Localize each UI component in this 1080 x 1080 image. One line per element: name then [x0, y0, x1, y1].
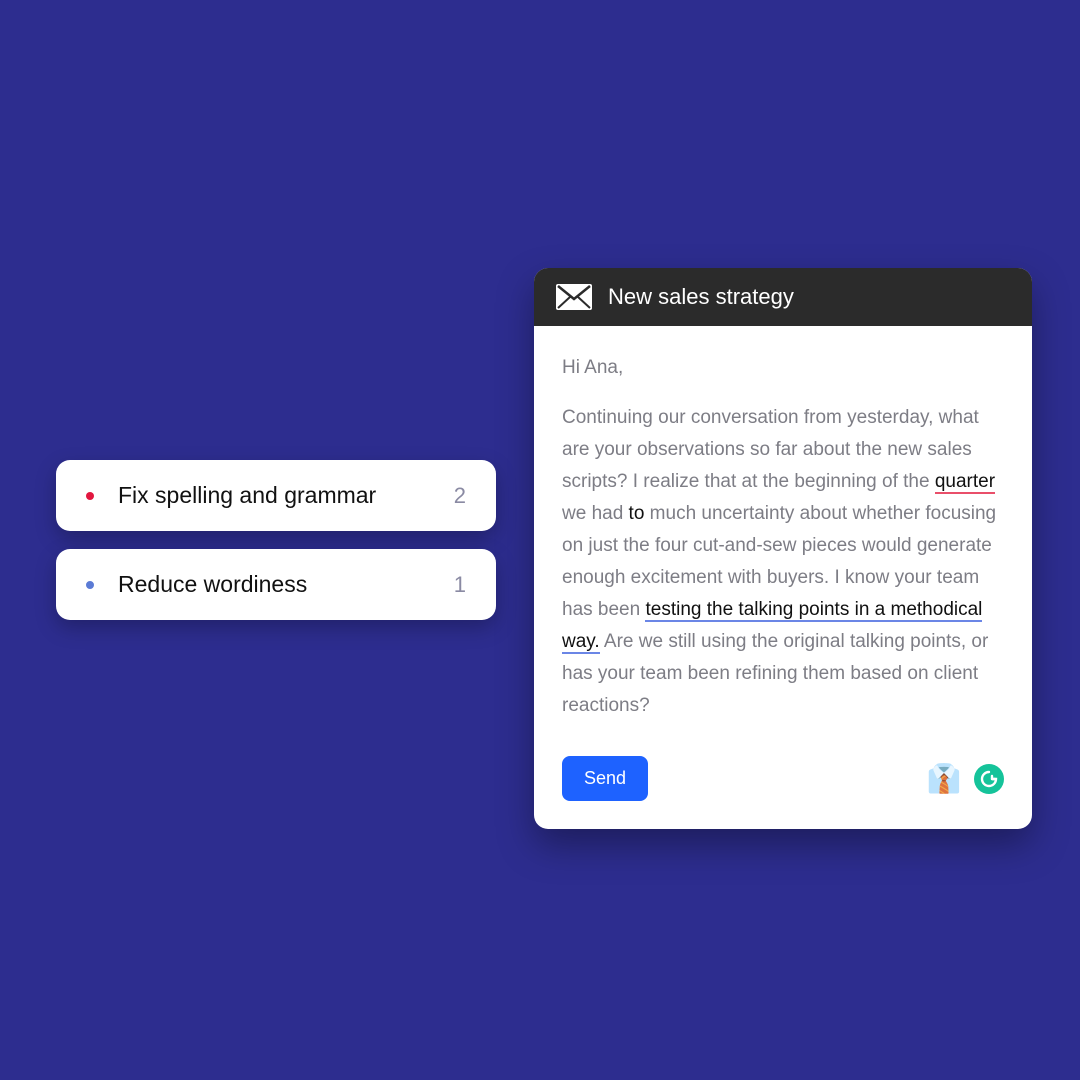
suggestion-card-wordiness[interactable]: Reduce wordiness 1: [56, 549, 496, 620]
email-body[interactable]: Hi Ana, Continuing our conversation from…: [534, 326, 1032, 748]
suggestion-count: 2: [454, 483, 466, 509]
suggestion-count: 1: [454, 572, 466, 598]
flagged-word-quarter[interactable]: quarter: [935, 471, 995, 494]
body-text: we had: [562, 503, 629, 524]
suggestion-label: Fix spelling and grammar: [118, 482, 454, 509]
suggestion-card-grammar[interactable]: Fix spelling and grammar 2: [56, 460, 496, 531]
flagged-word-to[interactable]: to: [629, 503, 645, 524]
email-greeting: Hi Ana,: [562, 352, 1004, 384]
suggestions-panel: Fix spelling and grammar 2 Reduce wordin…: [56, 460, 496, 638]
suggestion-label: Reduce wordiness: [118, 571, 454, 598]
email-footer: Send 👔: [534, 748, 1032, 829]
email-compose-window: New sales strategy Hi Ana, Continuing ou…: [534, 268, 1032, 829]
grammarly-icon[interactable]: [974, 764, 1004, 794]
email-paragraph: Continuing our conversation from yesterd…: [562, 402, 1004, 722]
footer-icons: 👔: [928, 763, 1004, 795]
mail-icon: [556, 284, 592, 310]
dot-icon: [86, 581, 94, 589]
shirt-icon[interactable]: 👔: [928, 763, 960, 795]
email-header: New sales strategy: [534, 268, 1032, 326]
email-subject: New sales strategy: [608, 284, 794, 310]
body-text: Continuing our conversation from yesterd…: [562, 407, 979, 492]
body-text: Are we still using the original talking …: [562, 631, 988, 716]
dot-icon: [86, 492, 94, 500]
send-button[interactable]: Send: [562, 756, 648, 801]
